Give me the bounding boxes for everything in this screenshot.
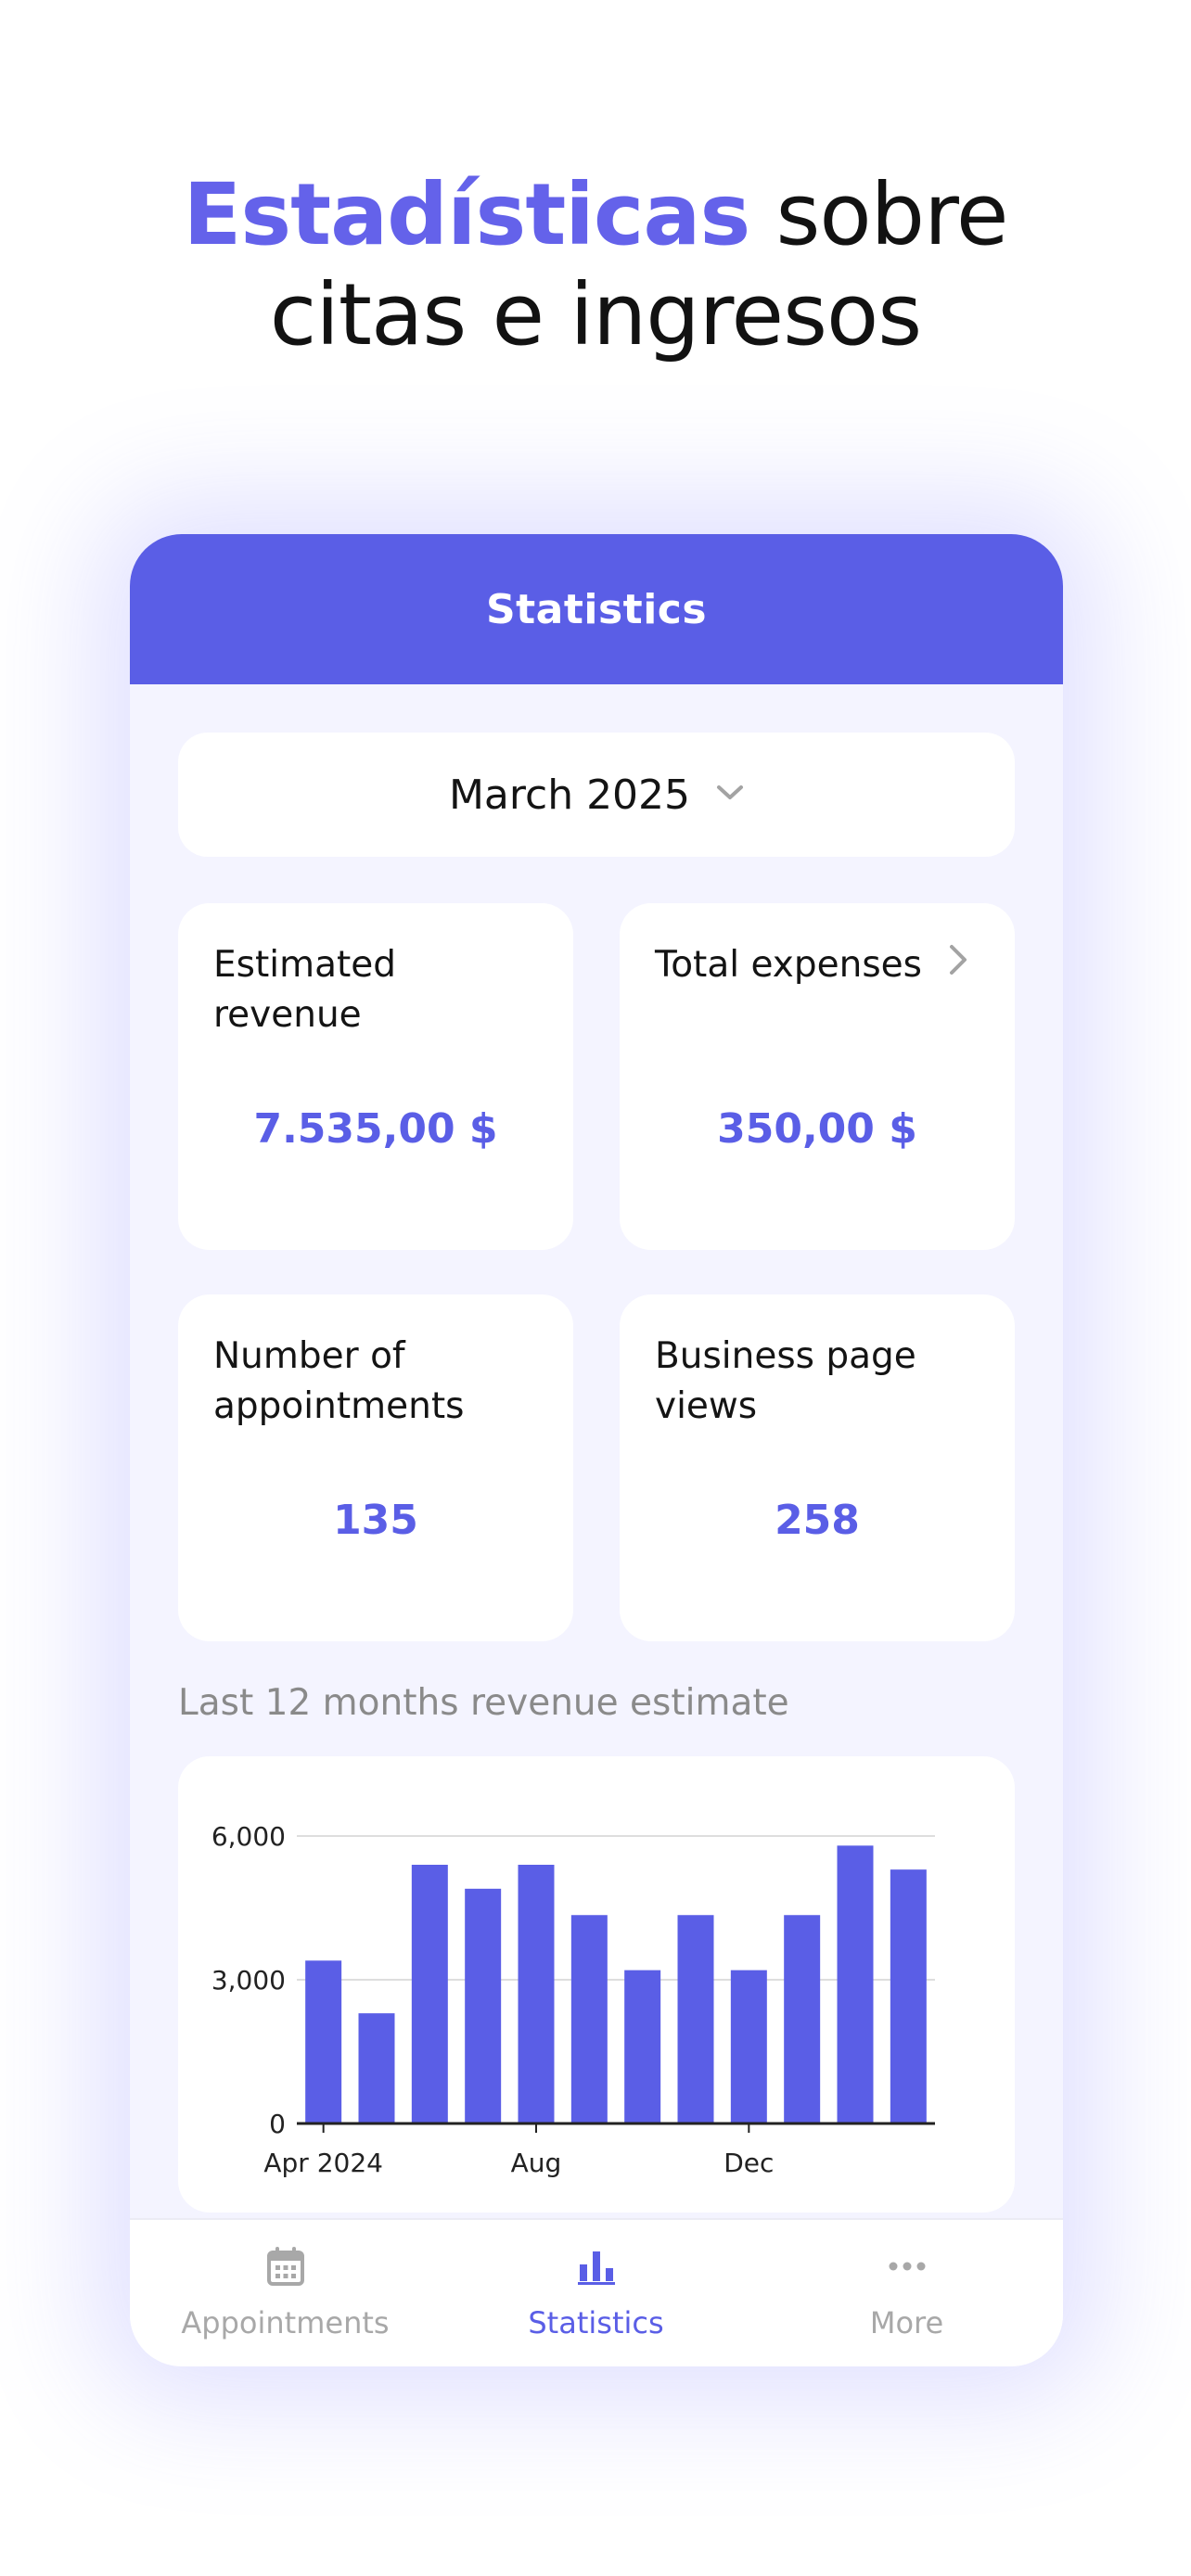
phone-screen: Statistics March 2025 Estimated revenue … [130, 534, 1063, 2366]
bar-oct [624, 1970, 661, 2123]
more-dots-icon [889, 2262, 925, 2271]
bar-may [358, 2013, 395, 2123]
chevron-down-icon [716, 784, 744, 806]
tab-label: Statistics [528, 2305, 664, 2340]
bottom-tab-bar: Appointments Statistics More [130, 2218, 1063, 2366]
chart-section-title: Last 12 months revenue estimate [178, 1682, 789, 1724]
tab-label: More [869, 2305, 944, 2340]
headline-line-1: Estadísticas sobre [0, 165, 1191, 265]
bar-apr-2024 [305, 1960, 342, 2123]
tab-statistics[interactable]: Statistics [441, 2220, 751, 2366]
card-value: 7.535,00 $ [253, 1105, 498, 1153]
bar-nov [677, 1915, 714, 2123]
bar-jan [784, 1915, 821, 2123]
bar-aug [518, 1865, 555, 2123]
page-views-card: Business page views 258 [620, 1294, 1015, 1641]
card-value: 350,00 $ [717, 1105, 917, 1153]
headline-rest: sobre [749, 165, 1008, 264]
bar-dec [730, 1970, 767, 2123]
top-navigation-bar: Statistics [130, 534, 1063, 684]
tab-label: Appointments [181, 2305, 390, 2340]
marketing-headline: Estadísticas sobre citas e ingresos [0, 165, 1191, 365]
revenue-chart-card: 0 3,000 6,000 Apr 2024 Aug Dec [178, 1756, 1015, 2213]
bar-jun [411, 1865, 448, 2123]
x-tick-label: Dec [724, 2148, 774, 2178]
x-tick-label: Aug [511, 2148, 562, 2178]
y-tick-label: 6,000 [211, 1821, 286, 1852]
tab-appointments[interactable]: Appointments [130, 2220, 441, 2366]
month-picker-value: March 2025 [448, 771, 691, 819]
card-value: 258 [775, 1497, 860, 1544]
x-tick-label: Apr 2024 [263, 2148, 383, 2178]
chevron-right-icon [948, 944, 968, 979]
bar-feb [837, 1845, 874, 2123]
card-label: Business page views [655, 1335, 916, 1427]
card-value: 135 [333, 1497, 418, 1544]
y-tick-label: 3,000 [211, 1965, 286, 1996]
headline-line-2: citas e ingresos [269, 265, 922, 364]
estimated-revenue-card: Estimated revenue 7.535,00 $ [178, 903, 573, 1250]
appointments-count-card: Number of appointments 135 [178, 1294, 573, 1641]
y-tick-label: 0 [269, 2109, 286, 2139]
screen-title: Statistics [485, 585, 708, 633]
total-expenses-card[interactable]: Total expenses 350,00 $ [620, 903, 1015, 1250]
calendar-icon [266, 2247, 304, 2286]
bar-mar [890, 1869, 927, 2123]
tab-more[interactable]: More [751, 2220, 1062, 2366]
card-label: Estimated revenue [213, 944, 397, 1036]
bar-sep [570, 1915, 608, 2123]
bar-chart-icon [577, 2251, 615, 2285]
headline-accent: Estadísticas [183, 165, 751, 264]
bar-jul [465, 1888, 502, 2123]
revenue-bar-chart: 0 3,000 6,000 Apr 2024 Aug Dec [211, 1821, 935, 2178]
month-picker[interactable]: March 2025 [178, 733, 1015, 857]
card-label: Total expenses [655, 944, 922, 986]
card-label: Number of appointments [213, 1335, 465, 1427]
